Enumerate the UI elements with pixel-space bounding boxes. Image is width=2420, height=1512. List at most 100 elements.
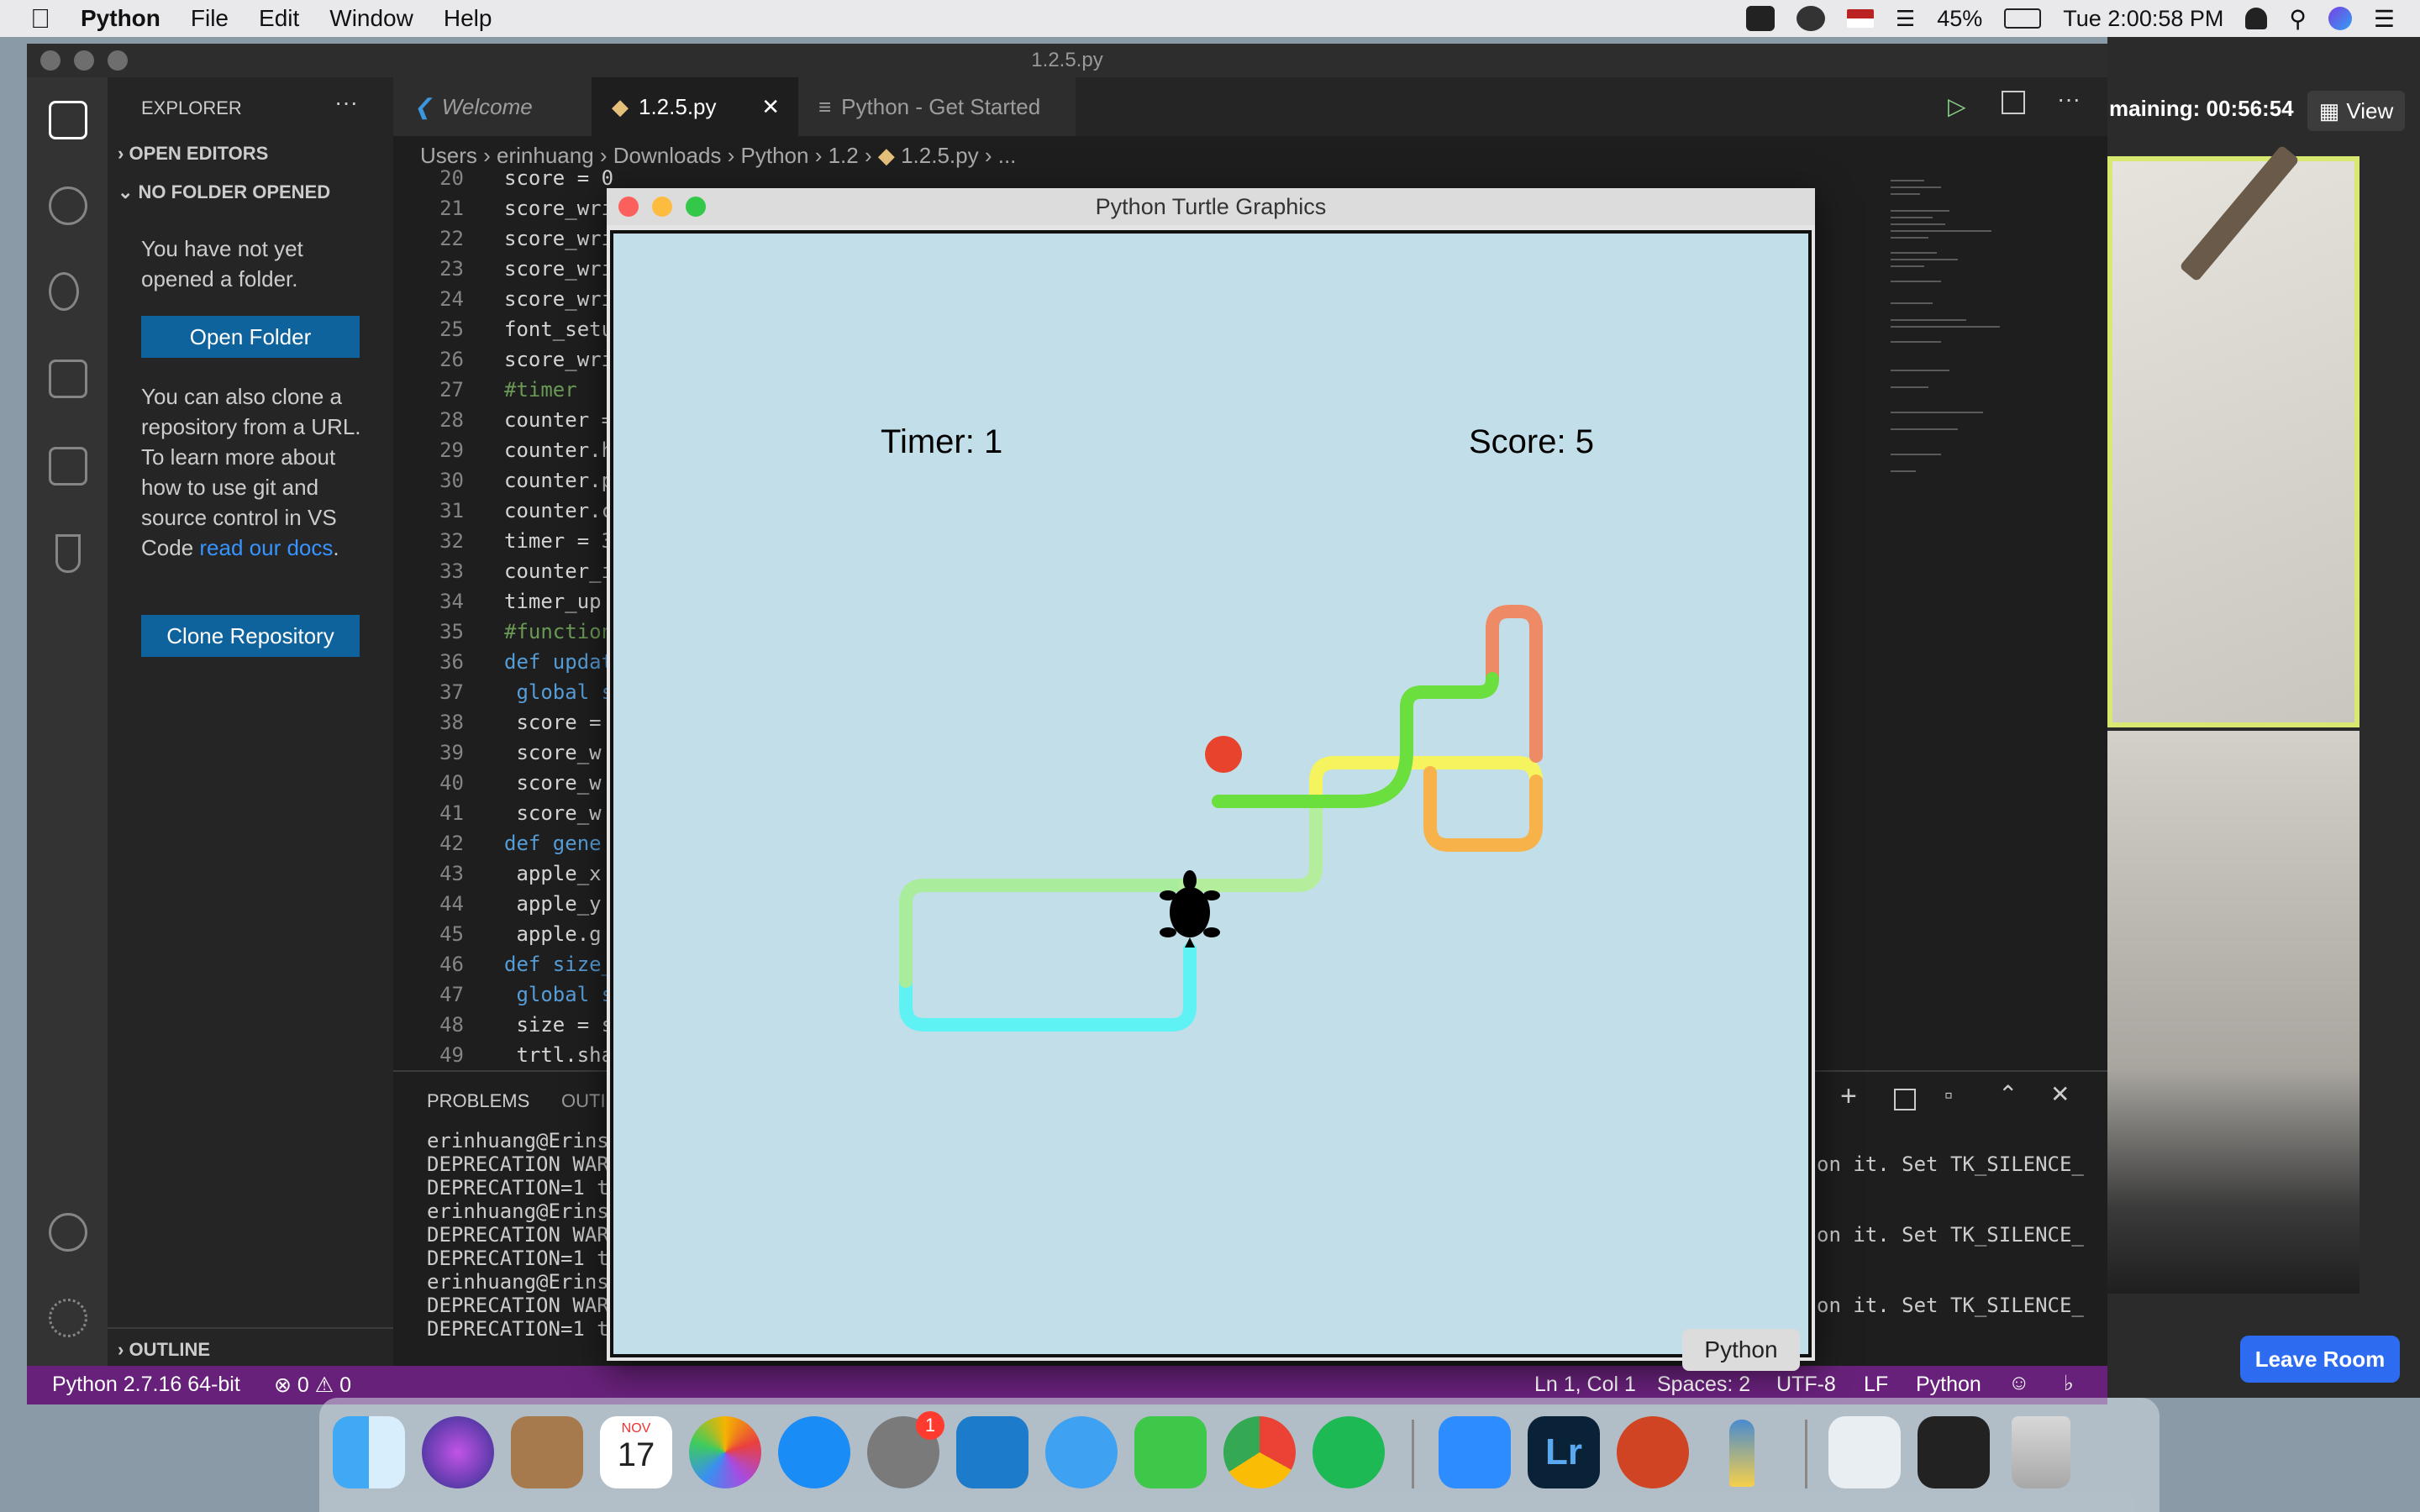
downloads-stack-icon[interactable] xyxy=(1828,1416,1901,1488)
powerpoint-icon[interactable] xyxy=(1617,1416,1689,1488)
problems-tab[interactable]: PROBLEMS xyxy=(427,1090,529,1112)
python-interpreter[interactable]: Python 2.7.16 64-bit xyxy=(52,1373,240,1397)
more-actions-icon[interactable]: ··· xyxy=(334,89,358,116)
menu-window[interactable]: Window xyxy=(329,5,413,32)
messages-icon[interactable] xyxy=(1045,1416,1118,1488)
turtle-minimize-button[interactable] xyxy=(652,197,672,217)
leave-room-button[interactable]: Leave Room xyxy=(2240,1336,2400,1383)
crumb-downloads[interactable]: Downloads xyxy=(613,143,722,168)
turtle-close-button[interactable] xyxy=(618,197,639,217)
run-debug-icon[interactable] xyxy=(49,360,87,398)
extensions-icon[interactable] xyxy=(49,447,87,486)
turtle-canvas[interactable]: Timer: 1 Score: 5 xyxy=(610,230,1812,1357)
zoom-status-icon[interactable] xyxy=(1745,6,1775,31)
close-panel-icon[interactable]: ✕ xyxy=(2050,1080,2070,1108)
screenshot-stack-icon[interactable] xyxy=(1918,1416,1990,1488)
view-button[interactable]: ▦ View xyxy=(2307,91,2405,131)
wifi-icon[interactable]: ☰ xyxy=(1896,6,1915,32)
split-terminal-icon[interactable] xyxy=(1894,1089,1916,1110)
line-number: 37 xyxy=(439,680,464,704)
clone-repository-button[interactable]: Clone Repository xyxy=(141,615,360,657)
facetime-icon[interactable] xyxy=(1134,1416,1207,1488)
tab-welcome[interactable]: ❮ Welcome xyxy=(393,77,592,136)
line-number: 24 xyxy=(439,287,464,311)
turtle-zoom-button[interactable] xyxy=(686,197,706,217)
tab-1-2-5-py[interactable]: ◆ 1.2.5.py ✕ xyxy=(592,77,798,136)
battery-icon[interactable] xyxy=(2004,8,2042,29)
explorer-icon[interactable] xyxy=(49,101,87,139)
line-number: 40 xyxy=(439,771,464,795)
feedback-icon[interactable]: ☺ xyxy=(2008,1371,2030,1395)
maximize-window-button[interactable] xyxy=(108,50,128,71)
crumb-file[interactable]: 1.2.5.py xyxy=(901,143,979,168)
status-menus: ☰ 45% Tue 2:00:58 PM ⚲ ☰ xyxy=(1745,0,2395,37)
close-tab-icon[interactable]: ✕ xyxy=(761,94,780,120)
account-icon[interactable] xyxy=(49,1213,87,1252)
creative-cloud-icon[interactable] xyxy=(1796,6,1825,31)
maximize-panel-icon[interactable]: ⌃ xyxy=(1998,1080,2018,1108)
open-editors-section[interactable]: › OPEN EDITORS xyxy=(118,143,268,165)
trash-dock-icon[interactable] xyxy=(2012,1416,2070,1488)
finder-icon[interactable] xyxy=(333,1416,405,1488)
terminal-line: DEPRECATION=1 t xyxy=(427,1247,609,1270)
run-python-icon[interactable]: ▷ xyxy=(1948,92,1966,120)
outline-section[interactable]: › OUTLINE xyxy=(118,1339,210,1361)
minimap[interactable] xyxy=(1882,176,2033,496)
tab-get-started[interactable]: ≡ Python - Get Started xyxy=(798,77,1076,136)
crumb-more[interactable]: ... xyxy=(998,143,1017,168)
vscode-dock-icon[interactable] xyxy=(956,1416,1028,1488)
problems-count[interactable]: ⊗ 0 ⚠ 0 xyxy=(274,1373,351,1398)
read-docs-link[interactable]: read our docs xyxy=(199,535,333,560)
python-launcher-icon[interactable] xyxy=(1706,1416,1778,1488)
menu-file[interactable]: File xyxy=(191,5,229,32)
no-folder-section[interactable]: ⌄ NO FOLDER OPENED xyxy=(118,181,330,203)
calendar-icon[interactable]: NOV 17 xyxy=(600,1416,672,1488)
new-terminal-icon[interactable]: + xyxy=(1840,1080,1857,1113)
line-number: 33 xyxy=(439,559,464,583)
contacts-icon[interactable] xyxy=(511,1416,583,1488)
code-line: #timer xyxy=(504,378,577,402)
cursor-position[interactable]: Ln 1, Col 1 xyxy=(1534,1373,1636,1397)
notification-center-icon[interactable]: ☰ xyxy=(2374,5,2395,33)
activity-bar xyxy=(27,77,108,1366)
settings-gear-icon[interactable] xyxy=(49,1299,87,1337)
menu-help[interactable]: Help xyxy=(444,5,492,32)
user-icon[interactable] xyxy=(2245,8,2268,29)
encoding[interactable]: UTF-8 xyxy=(1776,1373,1836,1397)
menu-app-name[interactable]: Python xyxy=(81,5,160,32)
output-tab[interactable]: OUTI xyxy=(561,1090,606,1112)
menu-edit[interactable]: Edit xyxy=(259,5,299,32)
minimize-window-button[interactable] xyxy=(74,50,94,71)
participant-video-1[interactable] xyxy=(2107,156,2360,727)
testing-icon[interactable] xyxy=(55,534,81,573)
split-editor-icon[interactable] xyxy=(2002,91,2025,114)
siri-icon[interactable] xyxy=(422,1416,494,1488)
lightroom-icon[interactable]: Lr xyxy=(1528,1416,1600,1488)
spotify-icon[interactable] xyxy=(1313,1416,1385,1488)
close-window-button[interactable] xyxy=(40,50,60,71)
bell-icon[interactable]: ♭ xyxy=(2064,1371,2074,1396)
zoom-dock-icon[interactable] xyxy=(1439,1416,1511,1488)
line-ending[interactable]: LF xyxy=(1864,1373,1888,1397)
app-store-icon[interactable] xyxy=(778,1416,850,1488)
chrome-icon[interactable] xyxy=(1223,1416,1296,1488)
source-control-icon[interactable] xyxy=(49,272,79,311)
siri-icon[interactable] xyxy=(2328,7,2352,30)
spotlight-icon[interactable]: ⚲ xyxy=(2289,5,2307,33)
photos-icon[interactable] xyxy=(689,1416,761,1488)
crumb-folder[interactable]: 1.2 xyxy=(829,143,859,168)
indentation[interactable]: Spaces: 2 xyxy=(1657,1373,1750,1397)
language-mode[interactable]: Python xyxy=(1916,1373,1981,1397)
crumb-users[interactable]: Users xyxy=(420,143,477,168)
participant-video-2[interactable] xyxy=(2107,731,2360,1294)
trash-icon[interactable]: ▫ xyxy=(1944,1082,1953,1109)
us-flag-icon[interactable] xyxy=(1846,9,1874,28)
terminal-line: DEPRECATION=1 t xyxy=(427,1176,609,1200)
editor-more-icon[interactable]: ··· xyxy=(2057,86,2081,113)
crumb-python[interactable]: Python xyxy=(741,143,809,168)
apple-icon[interactable]:  xyxy=(30,3,50,34)
search-icon[interactable] xyxy=(49,186,87,225)
crumb-user[interactable]: erinhuang xyxy=(497,143,594,168)
clock[interactable]: Tue 2:00:58 PM xyxy=(2063,6,2223,32)
open-folder-button[interactable]: Open Folder xyxy=(141,316,360,358)
